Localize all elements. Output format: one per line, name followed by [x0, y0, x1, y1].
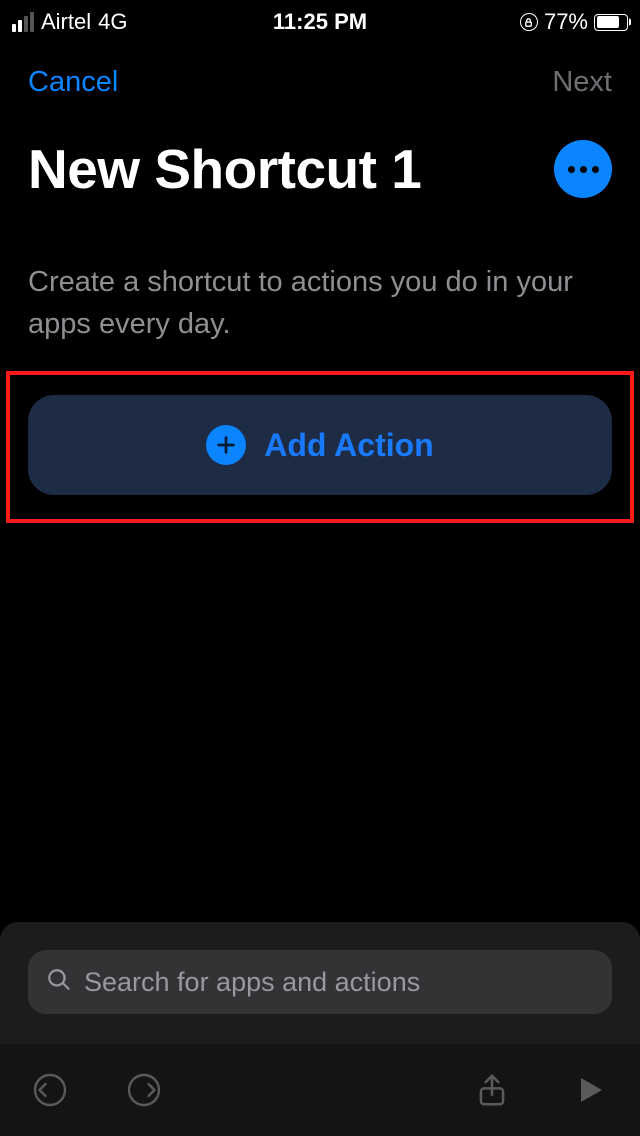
- orientation-lock-icon: [520, 13, 538, 31]
- more-options-button[interactable]: [554, 140, 612, 198]
- status-right: 77%: [520, 9, 628, 35]
- signal-icon: [12, 12, 34, 32]
- nav-bar: Cancel Next: [0, 44, 640, 99]
- status-left: Airtel 4G: [12, 9, 127, 35]
- clock-label: 11:25 PM: [273, 9, 367, 35]
- title-row: New Shortcut 1: [0, 99, 640, 201]
- share-button[interactable]: [472, 1070, 512, 1110]
- cancel-button[interactable]: Cancel: [28, 66, 118, 99]
- ellipsis-icon: [568, 166, 575, 173]
- undo-button[interactable]: [30, 1070, 70, 1110]
- add-action-label: Add Action: [264, 427, 433, 464]
- search-icon: [46, 967, 72, 998]
- bottom-toolbar: [0, 1044, 640, 1136]
- network-type-label: 4G: [98, 9, 127, 35]
- carrier-label: Airtel: [41, 9, 91, 35]
- status-bar: Airtel 4G 11:25 PM 77%: [0, 0, 640, 44]
- add-action-button[interactable]: Add Action: [28, 395, 612, 495]
- plus-icon: [206, 425, 246, 465]
- page-description: Create a shortcut to actions you do in y…: [0, 201, 640, 345]
- battery-icon: [594, 14, 628, 31]
- search-placeholder: Search for apps and actions: [84, 967, 420, 998]
- play-button[interactable]: [570, 1070, 610, 1110]
- next-button[interactable]: Next: [552, 66, 612, 99]
- battery-percent-label: 77%: [544, 9, 588, 35]
- search-input[interactable]: Search for apps and actions: [28, 950, 612, 1014]
- add-action-highlight: Add Action: [6, 371, 634, 523]
- page-title: New Shortcut 1: [28, 137, 421, 201]
- redo-button[interactable]: [124, 1070, 164, 1110]
- search-panel: Search for apps and actions: [0, 922, 640, 1044]
